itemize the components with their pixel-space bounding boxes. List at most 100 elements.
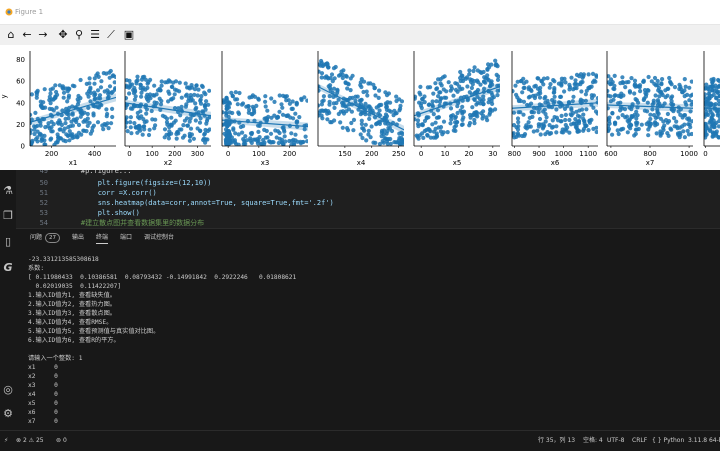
scatter-point	[49, 88, 53, 92]
x-axis-label: x3	[261, 159, 270, 167]
tab-debug-console[interactable]: 调试控制台	[144, 233, 174, 243]
scatter-point	[234, 90, 238, 94]
scatter-point	[553, 95, 557, 99]
scatter-point	[476, 68, 480, 72]
scatter-point	[397, 118, 401, 122]
scatter-point	[523, 86, 527, 90]
scatter-point	[464, 77, 468, 81]
scatter-point	[240, 103, 244, 107]
scatter-point	[328, 83, 332, 87]
scatter-point	[305, 139, 309, 143]
x-tick-label: 0	[703, 150, 707, 158]
scatter-point	[199, 94, 203, 98]
scatter-point	[55, 106, 59, 110]
scatter-point	[638, 89, 642, 93]
scatter-point	[168, 79, 172, 83]
pan-icon[interactable]: ✥	[56, 29, 70, 41]
scatter-point	[511, 133, 515, 137]
scatter-point	[460, 110, 464, 114]
scatter-point	[582, 119, 586, 123]
scatter-point	[620, 127, 624, 131]
cursor-position[interactable]: 行 35，列 13	[538, 436, 575, 446]
scatter-point	[632, 91, 636, 95]
scatter-point	[596, 111, 600, 115]
figure-canvas[interactable]: y020406080200400x10100200300x20100200x31…	[0, 45, 720, 170]
window-titlebar[interactable]: Figure 1	[0, 0, 720, 25]
scatter-point	[592, 79, 596, 83]
scatter-point	[255, 139, 259, 143]
code-editor[interactable]: 49 #p.figure... 50 plt.figure(figsize=(1…	[16, 170, 720, 228]
eol-status[interactable]: CRLF	[632, 436, 647, 446]
terminal-line: 请输入一个整数: 1	[28, 354, 83, 363]
terminal-line: 6.输入ID值为6, 查看R的平方。	[28, 336, 120, 345]
scatter-point	[708, 127, 712, 131]
scatter-point	[372, 86, 376, 90]
scatter-point	[562, 89, 566, 93]
settings-gear-icon[interactable]: ⚙	[2, 408, 14, 420]
layers-icon[interactable]: ❐	[2, 210, 14, 222]
scatter-point	[92, 113, 96, 117]
account-icon[interactable]: ◎	[2, 384, 14, 396]
scatter-point	[113, 86, 117, 90]
scatter-point	[418, 85, 422, 89]
scatter-point	[139, 114, 143, 118]
scatter-point	[664, 118, 668, 122]
scatter-point	[383, 136, 387, 140]
zoom-icon[interactable]: ⚲	[72, 29, 86, 41]
scatter-point	[129, 115, 133, 119]
tab-terminal[interactable]: 终端	[96, 233, 108, 244]
scatter-point	[421, 122, 425, 126]
problems-status[interactable]: ⊗ 2 ⚠ 25	[16, 436, 44, 446]
indentation-status[interactable]: 空格: 4	[583, 436, 603, 446]
configure-icon[interactable]: ☰	[88, 29, 102, 41]
remote-icon[interactable]: ⚡	[4, 436, 8, 446]
tab-problems[interactable]: 问题27	[30, 233, 60, 243]
scatter-point	[683, 100, 687, 104]
terminal-line: 5.输入ID值为5, 查看预测值与真实值对比图。	[28, 327, 159, 336]
pairplot-svg[interactable]: y020406080200400x10100200300x20100200x31…	[0, 45, 720, 170]
terminal[interactable]: -23.331213585308618 系数: [ 0.11980433 0.1…	[16, 246, 720, 430]
terminal-line: 4.输入ID值为4, 查看RMSE。	[28, 318, 112, 327]
scatter-point	[364, 138, 368, 142]
scatter-point	[167, 125, 171, 129]
encoding-status[interactable]: UTF-8	[607, 436, 625, 446]
interpreter-version[interactable]: 3.11.8 64-bit	[688, 436, 720, 446]
scatter-point	[564, 113, 568, 117]
scatter-point	[472, 118, 476, 122]
scatter-point	[200, 84, 204, 88]
scatter-point	[620, 75, 624, 79]
scatter-point	[291, 99, 295, 103]
x-axis-label: x6	[551, 159, 560, 167]
back-icon[interactable]: ←	[20, 29, 34, 41]
scatter-point	[532, 84, 536, 88]
flask-icon[interactable]: ⚗	[2, 185, 14, 197]
scatter-point	[554, 130, 558, 134]
scatter-point	[516, 120, 520, 124]
edit-axes-icon[interactable]: ⟋	[104, 29, 118, 41]
scatter-point	[579, 80, 583, 84]
ports-status[interactable]: ⊚ 0	[56, 436, 67, 446]
scatter-point	[159, 99, 163, 103]
scatter-point	[365, 93, 369, 97]
scatter-point	[417, 101, 421, 105]
scatter-point	[189, 116, 193, 120]
save-icon[interactable]: ▣	[122, 29, 136, 41]
g-extension-icon[interactable]: G	[2, 262, 14, 274]
tab-ports[interactable]: 端口	[120, 233, 132, 243]
scatter-point	[430, 122, 434, 126]
scatter-point	[490, 102, 494, 106]
scatter-point	[669, 81, 673, 85]
scatter-point	[337, 74, 341, 78]
scatter-point	[167, 136, 171, 140]
x-tick-label: 0	[127, 150, 131, 158]
phone-icon[interactable]: ▯	[2, 236, 14, 248]
language-status[interactable]: { } Python	[652, 436, 684, 446]
scatter-point	[513, 84, 517, 88]
tab-output[interactable]: 输出	[72, 233, 84, 243]
home-icon[interactable]: ⌂	[4, 29, 18, 41]
scatter-point	[58, 83, 62, 87]
forward-icon[interactable]: →	[36, 29, 50, 41]
scatter-point	[595, 130, 599, 134]
scatter-point	[454, 88, 458, 92]
terminal-line: x6 0	[28, 408, 58, 417]
